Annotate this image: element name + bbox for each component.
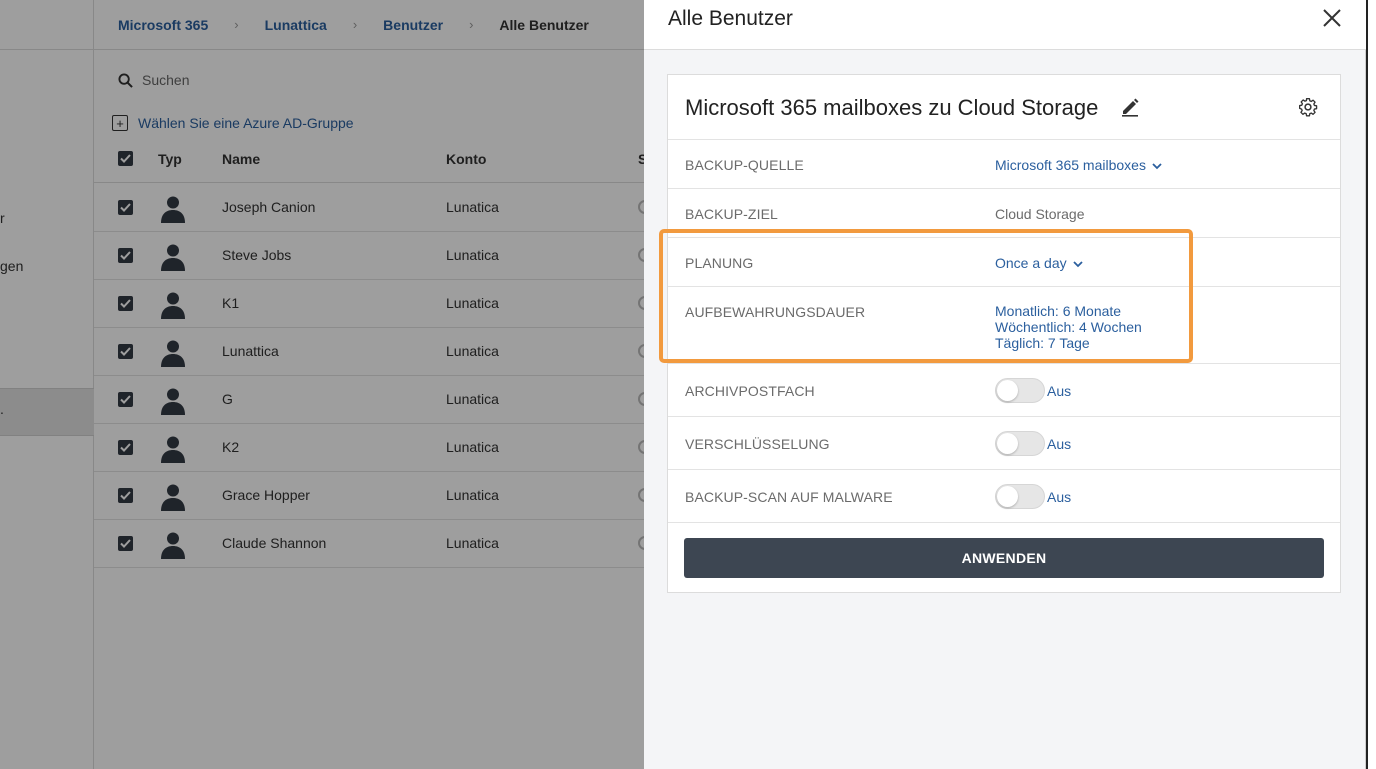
backup-target-value: Cloud Storage <box>995 206 1085 222</box>
panel-header: Alle Benutzer <box>644 0 1366 50</box>
close-button[interactable] <box>1320 6 1344 30</box>
backup-source-label: BACKUP-QUELLE <box>685 157 804 173</box>
toggle-knob <box>997 486 1018 507</box>
side-panel: Alle Benutzer Microsoft 365 mailboxes zu… <box>644 0 1366 769</box>
field-backup-target: BACKUP-ZIEL Cloud Storage <box>668 189 1340 238</box>
field-schedule: PLANUNG Once a day <box>668 238 1340 287</box>
retention-monthly: Monatlich: 6 Monate <box>995 303 1122 319</box>
field-retention: AUFBEWAHRUNGSDAUER Monatlich: 6 Monate W… <box>668 287 1340 364</box>
malware-scan-state[interactable]: Aus <box>1047 489 1071 505</box>
encryption-state[interactable]: Aus <box>1047 436 1071 452</box>
field-encryption: VERSCHLÜSSELUNG Aus <box>668 417 1340 470</box>
gear-icon[interactable] <box>1298 97 1318 122</box>
encryption-toggle[interactable] <box>995 431 1045 456</box>
modal-overlay[interactable] <box>0 0 644 769</box>
toggle-knob <box>997 433 1018 454</box>
field-archive-mailbox: ARCHIVPOSTFACH Aus <box>668 364 1340 417</box>
field-backup-source: BACKUP-QUELLE Microsoft 365 mailboxes <box>668 140 1340 189</box>
backup-source-dropdown[interactable]: Microsoft 365 mailboxes <box>995 157 1162 173</box>
edit-pencil-icon[interactable] <box>1120 97 1140 122</box>
apply-button[interactable]: ANWENDEN <box>684 538 1324 578</box>
archive-mailbox-label: ARCHIVPOSTFACH <box>685 383 815 399</box>
panel-title: Alle Benutzer <box>668 7 793 30</box>
backup-plan-title: Microsoft 365 mailboxes zu Cloud Storage <box>685 95 1099 120</box>
chevron-down-icon <box>1072 261 1083 268</box>
backup-source-value: Microsoft 365 mailboxes <box>995 157 1146 173</box>
toggle-knob <box>997 380 1018 401</box>
retention-value-link[interactable]: Monatlich: 6 Monate Wöchentlich: 4 Woche… <box>995 303 1142 351</box>
close-icon <box>1323 9 1341 27</box>
schedule-value: Once a day <box>995 255 1067 271</box>
schedule-dropdown[interactable]: Once a day <box>995 255 1083 271</box>
retention-label: AUFBEWAHRUNGSDAUER <box>685 304 866 320</box>
schedule-label: PLANUNG <box>685 255 754 271</box>
malware-scan-toggle[interactable] <box>995 484 1045 509</box>
card-title-row: Microsoft 365 mailboxes zu Cloud Storage <box>668 75 1340 140</box>
retention-daily: Täglich: 7 Tage <box>995 335 1090 351</box>
archive-mailbox-state[interactable]: Aus <box>1047 383 1071 399</box>
backup-plan-card: Microsoft 365 mailboxes zu Cloud Storage… <box>667 74 1341 593</box>
archive-mailbox-toggle[interactable] <box>995 378 1045 403</box>
malware-scan-label: BACKUP-SCAN AUF MALWARE <box>685 489 893 505</box>
field-malware-scan: BACKUP-SCAN AUF MALWARE Aus <box>668 470 1340 523</box>
backup-target-label: BACKUP-ZIEL <box>685 206 778 222</box>
chevron-down-icon <box>1152 163 1162 170</box>
retention-weekly: Wöchentlich: 4 Wochen <box>995 319 1142 335</box>
window-edge-inner <box>1368 0 1376 769</box>
encryption-label: VERSCHLÜSSELUNG <box>685 436 830 452</box>
